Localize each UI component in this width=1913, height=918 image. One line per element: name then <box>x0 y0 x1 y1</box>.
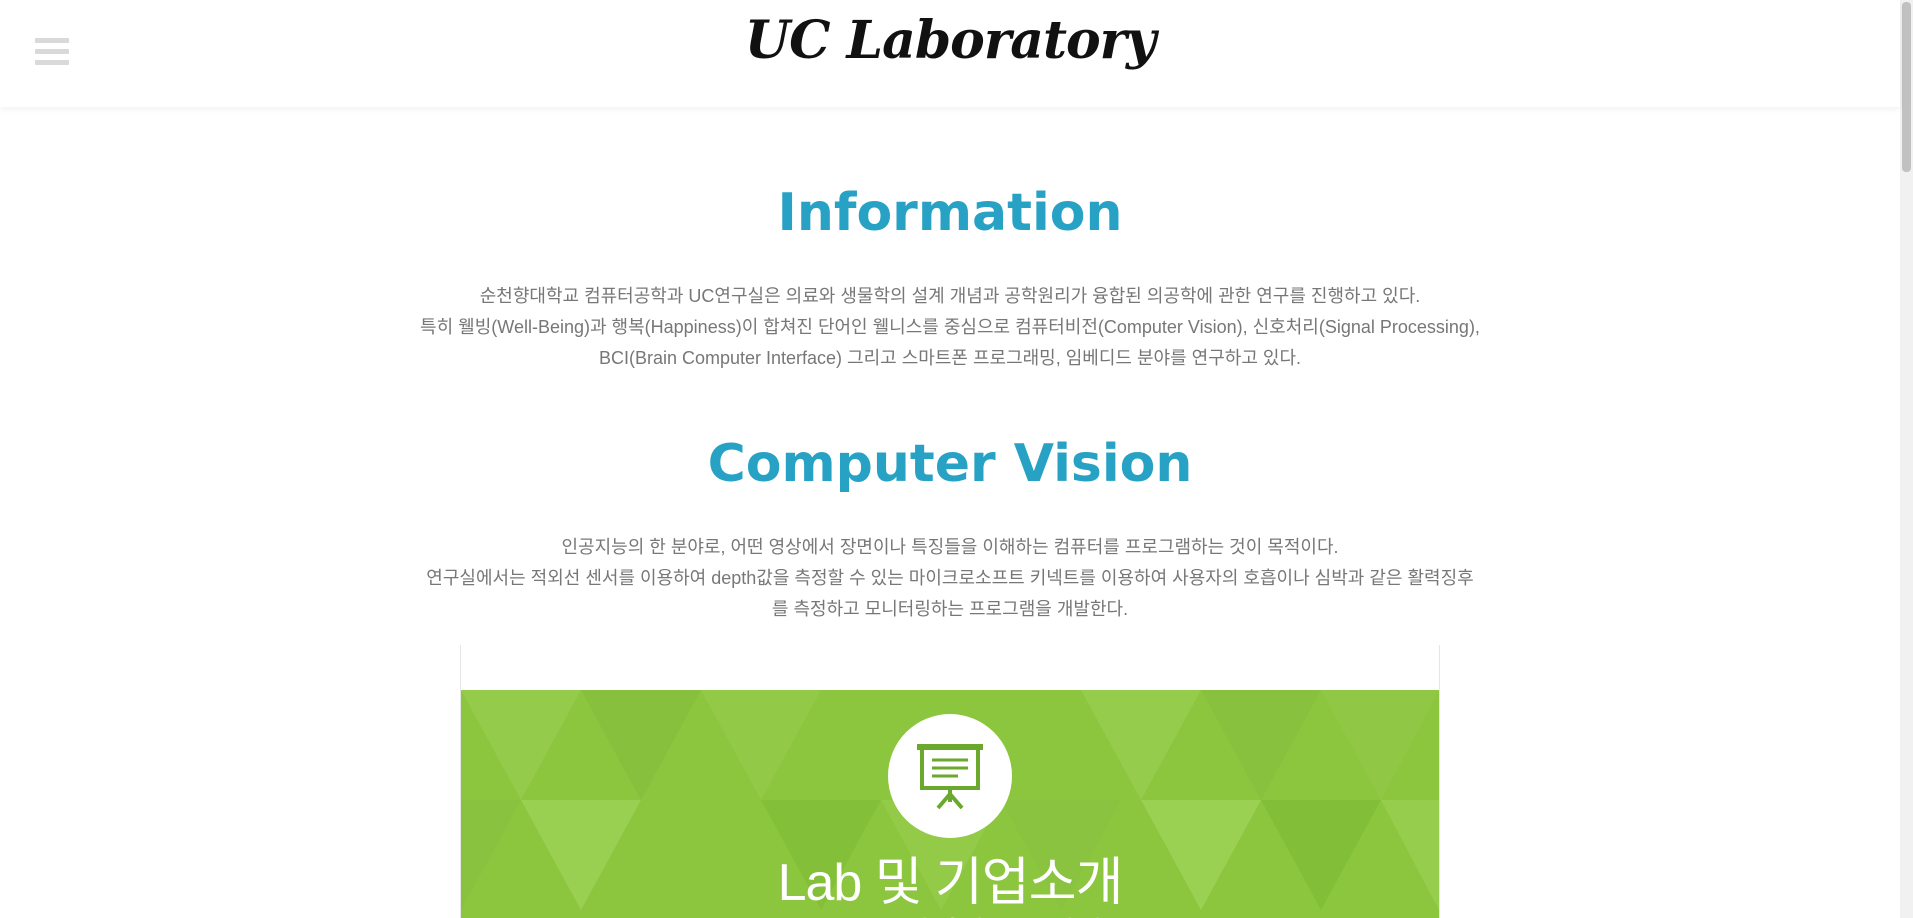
presentation-board-icon <box>888 714 1012 838</box>
computer-vision-line: 인공지능의 한 분야로, 어떤 영상에서 장면이나 특징들을 이해하는 컴퓨터를… <box>561 537 1339 557</box>
computer-vision-text: 인공지능의 한 분야로, 어떤 영상에서 장면이나 특징들을 이해하는 컴퓨터를… <box>360 532 1540 625</box>
scrollbar-thumb[interactable] <box>1902 2 1911 172</box>
computer-vision-line: 연구실에서는 적외선 센서를 이용하여 depth값을 측정할 수 있는 마이크… <box>426 568 1474 588</box>
card-subtitle: (구.Lab&기업의 금고탐방) <box>461 908 1439 918</box>
site-title[interactable]: UC Laboratory <box>0 10 1900 71</box>
information-line: BCI(Brain Computer Interface) 그리고 스마트폰 프… <box>598 348 1302 368</box>
information-heading: Information <box>777 183 1123 243</box>
computer-vision-heading: Computer Vision <box>707 434 1193 494</box>
information-section: Information 순천향대학교 컴퓨터공학과 UC연구실은 의료와 생물학… <box>0 107 1900 374</box>
lab-intro-banner: Lab 및 기업소개 (구.Lab&기업의 금고탐방) <box>461 690 1439 918</box>
main-content: Information 순천향대학교 컴퓨터공학과 UC연구실은 의료와 생물학… <box>0 107 1900 625</box>
information-line: 특히 웰빙(Well-Being)과 행복(Happiness)이 합쳐진 단어… <box>420 317 1480 337</box>
site-header: UC Laboratory <box>0 0 1900 107</box>
computer-vision-line: 를 측정하고 모니터링하는 프로그램을 개발한다. <box>771 599 1129 619</box>
vertical-scrollbar[interactable] <box>1900 0 1913 918</box>
lab-intro-card[interactable]: Lab 및 기업소개 (구.Lab&기업의 금고탐방) <box>460 645 1440 918</box>
card-title: Lab 및 기업소개 <box>777 854 1124 912</box>
page: UC Laboratory Information 순천향대학교 컴퓨터공학과 … <box>0 0 1913 918</box>
computer-vision-section: Computer Vision 인공지능의 한 분야로, 어떤 영상에서 장면이… <box>0 374 1900 625</box>
information-line: 순천향대학교 컴퓨터공학과 UC연구실은 의료와 생물학의 설계 개념과 공학원… <box>479 286 1421 306</box>
information-text: 순천향대학교 컴퓨터공학과 UC연구실은 의료와 생물학의 설계 개념과 공학원… <box>370 281 1530 374</box>
